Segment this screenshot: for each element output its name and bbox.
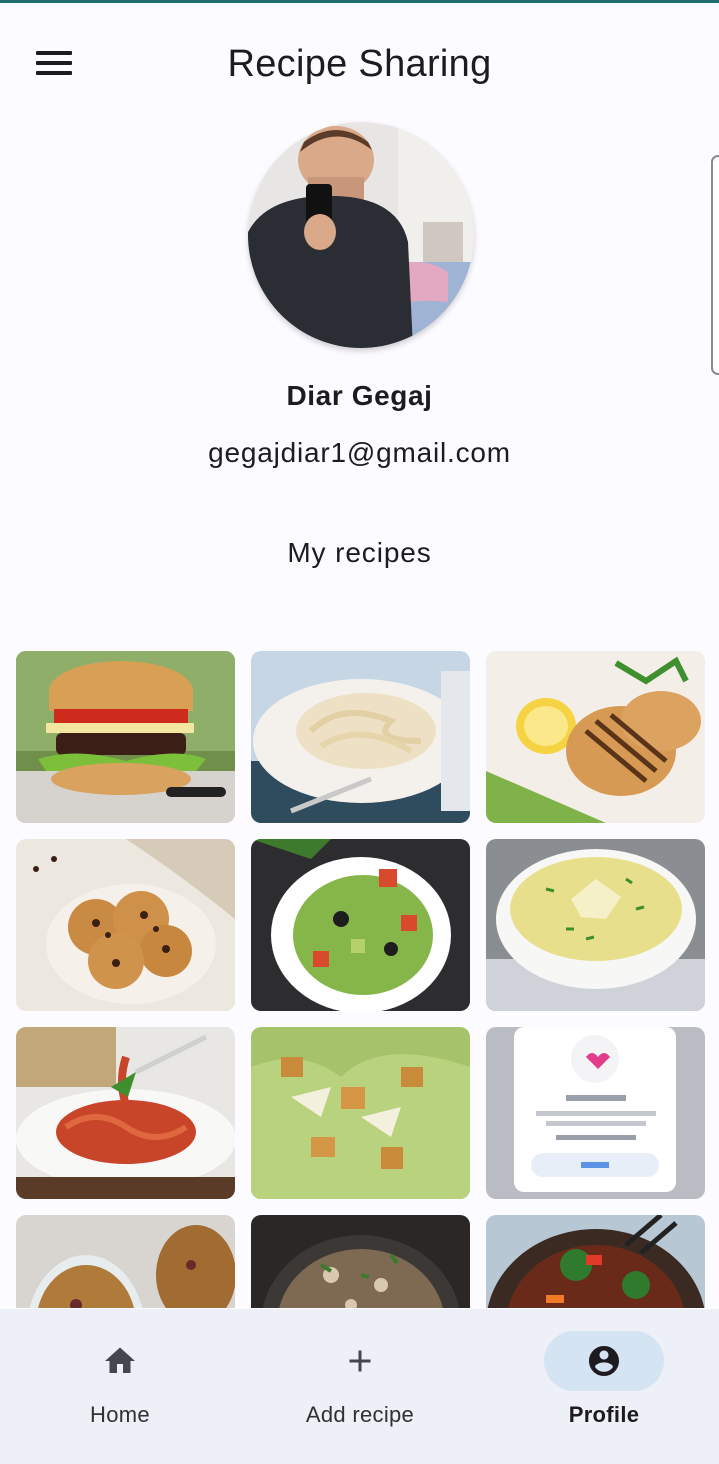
my-recipes-heading: My recipes (287, 537, 432, 568)
plus-icon (349, 1350, 371, 1372)
nav-profile[interactable]: Profile (484, 1309, 719, 1464)
nav-home-label: Home (90, 1402, 150, 1427)
bottom-navigation: Home Add recipe Profile (0, 1309, 719, 1464)
recipe-tile-risotto[interactable] (251, 1215, 470, 1308)
home-icon (105, 1347, 135, 1373)
recipe-tile-green-salad[interactable] (251, 839, 470, 1011)
recipe-tile-chocolate-chip-cookies[interactable] (16, 839, 235, 1011)
profile-name: Diar Gegaj (286, 380, 433, 411)
recipe-tile-creamy-soup[interactable] (486, 839, 705, 1011)
avatar (248, 122, 474, 348)
recipe-tile-app-screenshot[interactable] (486, 1027, 705, 1199)
app-bar: Recipe Sharing (0, 3, 719, 123)
nav-add-recipe-label: Add recipe (305, 1402, 415, 1427)
recipe-tile-spaghetti[interactable] (16, 1027, 235, 1199)
recipe-tile-granola[interactable] (16, 1215, 235, 1308)
page-title: Recipe Sharing (227, 43, 492, 85)
recipe-tile-caesar-salad[interactable] (251, 1027, 470, 1199)
drawer-handle[interactable] (711, 155, 719, 375)
nav-add-recipe[interactable]: Add recipe (240, 1309, 480, 1464)
recipe-tile-stir-fry[interactable] (486, 1215, 705, 1308)
recipe-grid (16, 651, 706, 1308)
recipe-tile-creamy-pasta[interactable] (251, 651, 470, 823)
recipe-tile-burger[interactable] (16, 651, 235, 823)
account-circle-icon (589, 1346, 619, 1376)
recipe-tile-grilled-chicken[interactable] (486, 651, 705, 823)
profile-email: gegajdiar1@gmail.com (208, 437, 511, 468)
nav-profile-label: Profile (568, 1402, 640, 1427)
nav-home[interactable]: Home (0, 1309, 240, 1464)
